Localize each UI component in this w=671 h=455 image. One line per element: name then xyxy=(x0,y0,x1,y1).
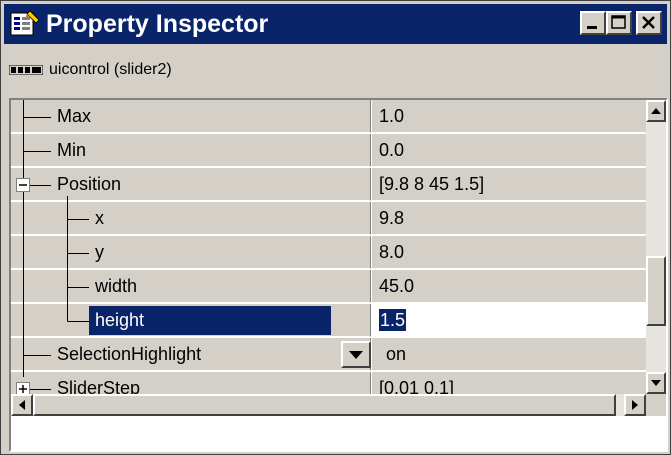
close-icon xyxy=(642,16,655,29)
property-value[interactable]: 1.5 xyxy=(379,309,407,331)
horizontal-scroll-thumb[interactable] xyxy=(33,394,616,416)
horizontal-scrollbar[interactable] xyxy=(11,394,646,416)
property-name: width xyxy=(95,276,138,296)
vertical-scrollbar[interactable] xyxy=(646,100,666,394)
property-value[interactable]: 45.0 xyxy=(379,276,414,297)
property-row-x[interactable]: x 9.8 xyxy=(11,202,646,236)
property-value[interactable]: 1.0 xyxy=(379,106,404,127)
minimize-icon xyxy=(587,26,597,29)
property-name: x xyxy=(95,208,104,228)
property-row-y[interactable]: y 8.0 xyxy=(11,236,646,270)
property-inspector-icon xyxy=(10,10,40,36)
collapse-icon[interactable] xyxy=(16,178,31,193)
arrow-down-icon xyxy=(651,380,661,386)
close-button[interactable] xyxy=(636,11,662,35)
property-row-selectionhighlight[interactable]: SelectionHighlight on xyxy=(11,338,646,372)
object-label-bar: uicontrol (slider2) xyxy=(9,58,172,82)
property-name: Max xyxy=(57,106,92,126)
property-value[interactable]: 0.0 xyxy=(379,140,404,161)
vertical-scroll-thumb[interactable] xyxy=(646,256,666,326)
dropdown-arrow-icon xyxy=(349,351,363,359)
object-label: uicontrol (slider2) xyxy=(49,61,172,78)
property-row-position[interactable]: Position [9.8 8 45 1.5] xyxy=(11,168,646,202)
scrollbar-corner xyxy=(646,394,666,416)
arrow-left-icon xyxy=(19,400,25,410)
property-grid: Max 1.0 Min 0.0 Position [9.8 8 45 1.5] … xyxy=(9,98,668,452)
property-value[interactable]: 8.0 xyxy=(379,242,404,263)
property-value-editor[interactable]: 1.5 xyxy=(372,304,646,337)
grid-empty-area xyxy=(11,416,666,450)
scroll-right-button[interactable] xyxy=(624,394,646,416)
minimize-button[interactable] xyxy=(580,11,606,35)
value-dropdown-button[interactable] xyxy=(341,341,371,368)
property-name: y xyxy=(95,242,104,262)
property-name: SelectionHighlight xyxy=(57,344,202,364)
property-row-min[interactable]: Min 0.0 xyxy=(11,134,646,168)
uicontrol-icon xyxy=(9,65,43,75)
maximize-button[interactable] xyxy=(606,11,632,35)
property-row-height[interactable]: height 1.5 xyxy=(11,304,646,338)
property-name: Min xyxy=(57,140,87,160)
scroll-left-button[interactable] xyxy=(11,394,33,416)
property-row-max[interactable]: Max 1.0 xyxy=(11,100,646,134)
arrow-up-icon xyxy=(651,108,661,114)
title-bar[interactable]: Property Inspector xyxy=(4,4,667,44)
property-name: height xyxy=(95,310,145,330)
property-name: Position xyxy=(57,174,122,194)
property-value[interactable]: [9.8 8 45 1.5] xyxy=(379,174,484,195)
window-title: Property Inspector xyxy=(46,10,269,38)
property-value[interactable]: 9.8 xyxy=(379,208,404,229)
selected-property-name[interactable]: height xyxy=(89,306,331,335)
maximize-icon xyxy=(611,15,626,29)
arrow-right-icon xyxy=(632,400,638,410)
property-inspector-window: Property Inspector uicontrol (slider2) M… xyxy=(0,0,671,455)
property-row-width[interactable]: width 45.0 xyxy=(11,270,646,304)
scroll-up-button[interactable] xyxy=(646,100,666,122)
property-value[interactable]: on xyxy=(386,344,406,365)
scroll-down-button[interactable] xyxy=(646,372,666,394)
